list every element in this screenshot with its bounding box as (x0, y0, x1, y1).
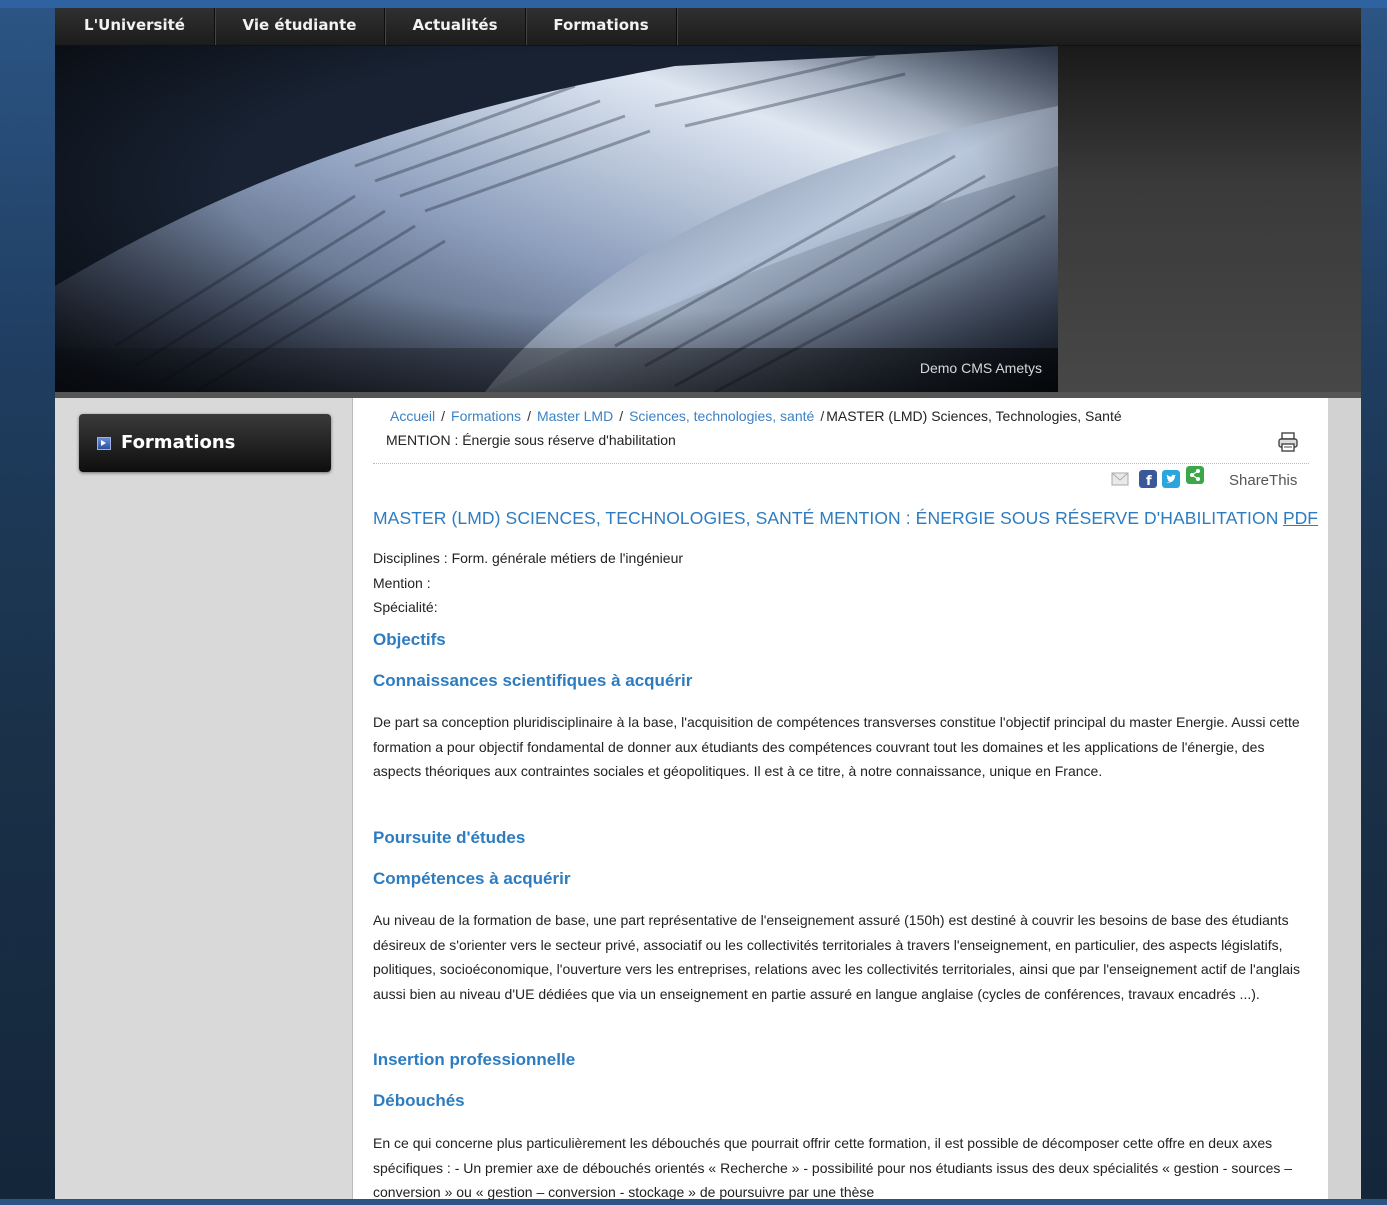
nav-item-formations[interactable]: Formations (526, 8, 678, 45)
breadcrumb-separator: / (441, 408, 446, 424)
banner-caption-bar: Demo CMS Ametys (55, 348, 1058, 392)
breadcrumb-divider (373, 463, 1309, 464)
nav-item-actualites[interactable]: Actualités (385, 8, 527, 45)
pdf-link[interactable]: PDF (1283, 508, 1318, 529)
breadcrumb-current-line2: MENTION : Énergie sous réserve d'habilit… (386, 432, 676, 448)
svg-text:f: f (1146, 474, 1152, 488)
open-book-illustration (55, 46, 1058, 392)
page-title: MASTER (LMD) SCIENCES, TECHNOLOGIES, SAN… (373, 508, 1279, 528)
arrow-bullet-icon (97, 437, 111, 450)
breadcrumb-separator: / (820, 408, 825, 424)
breadcrumb-link-accueil[interactable]: Accueil (390, 408, 435, 424)
email-icon[interactable] (1111, 470, 1129, 488)
banner-side-panel (1058, 46, 1361, 392)
specialite-text: Spécialité: (373, 599, 438, 615)
top-stripe (0, 0, 1387, 8)
nav-item-universite[interactable]: L'Université (55, 8, 216, 45)
breadcrumb-separator: / (527, 408, 531, 424)
print-icon[interactable] (1277, 432, 1299, 452)
heading-connaissances: Connaissances scientifiques à acquérir (373, 671, 693, 690)
breadcrumb-link-master-lmd[interactable]: Master LMD (537, 408, 613, 424)
nav-item-vie-etudiante[interactable]: Vie étudiante (215, 8, 386, 45)
main-nav: L'Université Vie étudiante Actualités Fo… (55, 8, 1361, 46)
banner-caption: Demo CMS Ametys (919, 360, 1042, 376)
sidebar-item-formations[interactable]: Formations (79, 414, 331, 472)
breadcrumb-link-sciences[interactable]: Sciences, technologies, santé (629, 408, 814, 424)
header-banner-image: Demo CMS Ametys (55, 46, 1058, 392)
facebook-icon[interactable]: f (1139, 470, 1157, 488)
heading-competences: Compétences à acquérir (373, 869, 571, 888)
paragraph-debouches: En ce qui concerne plus particulièrement… (373, 1135, 1293, 1200)
heading-objectifs: Objectifs (373, 630, 446, 649)
sidebar-item-label: Formations (121, 432, 236, 453)
breadcrumb: Accueil / Formations / Master LMD / Sciences, … (386, 404, 1290, 452)
twitter-icon[interactable] (1162, 470, 1180, 488)
sharethis-icon[interactable] (1186, 466, 1204, 484)
main-content: Accueil / Formations / Master LMD / Sciences, … (352, 398, 1329, 1200)
mention-text: Mention : (373, 575, 431, 591)
paragraph-connaissances: De part sa conception pluridisciplinaire… (373, 714, 1300, 779)
sharethis-label[interactable]: ShareThis (1229, 472, 1297, 489)
page-container: L'Université Vie étudiante Actualités Fo… (55, 8, 1361, 1200)
breadcrumb-link-formations[interactable]: Formations (451, 408, 521, 424)
disciplines-text: Disciplines : Form. générale métiers de … (373, 550, 684, 566)
paragraph-competences: Au niveau de la formation de base, une p… (373, 912, 1301, 1002)
heading-debouches: Débouchés (373, 1091, 465, 1110)
heading-insertion: Insertion professionnelle (373, 1050, 576, 1069)
breadcrumb-current: MASTER (LMD) Sciences, Technologies, San… (826, 408, 1122, 424)
content-right-edge (1328, 398, 1361, 1199)
sidebar: Formations (55, 398, 352, 1199)
heading-poursuite: Poursuite d'études (373, 828, 526, 847)
breadcrumb-separator: / (619, 408, 624, 424)
